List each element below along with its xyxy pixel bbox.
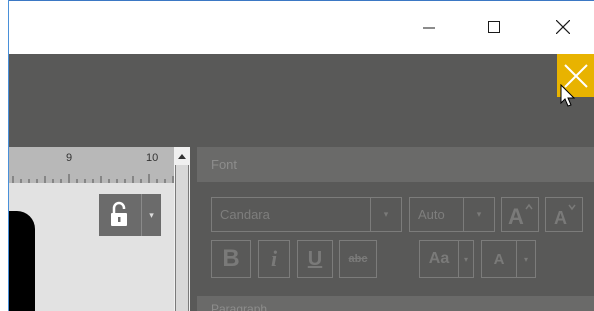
window-close-button[interactable] (540, 0, 586, 54)
font-panel-header: Font (197, 147, 594, 182)
grow-font-button[interactable]: A (501, 197, 539, 232)
lock-dropdown[interactable]: ▾ (141, 194, 161, 236)
font-color-dropdown[interactable]: ▾ (516, 240, 536, 278)
font-size-select[interactable]: Auto (409, 197, 464, 232)
svg-text:A: A (508, 204, 524, 228)
strikethrough-button[interactable]: abc (339, 240, 377, 278)
chevron-down-icon: ▾ (383, 209, 389, 219)
grow-font-icon: A (508, 203, 533, 228)
window-left-edge (0, 0, 8, 311)
unlock-icon (111, 201, 127, 226)
font-family-dropdown[interactable]: ▾ (370, 197, 402, 232)
shrink-font-button[interactable]: A (545, 197, 583, 232)
ruler-label: 10 (146, 152, 159, 164)
ruler-label: 9 (66, 152, 73, 164)
arrow-up-icon (178, 153, 186, 159)
close-icon (556, 20, 570, 34)
underline-button[interactable]: U (297, 240, 333, 278)
document-shape[interactable] (9, 211, 35, 311)
font-color-button[interactable]: A (481, 240, 517, 278)
font-family-select[interactable]: Candara (211, 197, 371, 232)
minimize-icon (423, 27, 435, 29)
maximize-button[interactable] (471, 0, 517, 54)
scrollbar-thumb[interactable] (175, 165, 189, 311)
italic-button[interactable]: i (258, 240, 290, 278)
chevron-down-icon: ▾ (149, 209, 154, 220)
mouse-cursor-icon (560, 84, 576, 107)
svg-text:A: A (554, 208, 567, 228)
chevron-down-icon: ▾ (463, 254, 468, 264)
change-case-dropdown[interactable]: ▾ (458, 240, 474, 278)
change-case-button[interactable]: Aa (419, 240, 459, 278)
shrink-font-icon: A (554, 204, 576, 228)
font-size-dropdown[interactable]: ▾ (463, 197, 495, 232)
chevron-down-icon: ▾ (523, 254, 528, 264)
paragraph-panel-header: Paragraph (197, 296, 594, 311)
lock-button[interactable] (99, 194, 141, 236)
minimize-button[interactable] (406, 0, 452, 54)
bold-button[interactable]: B (211, 240, 251, 278)
scroll-up-button[interactable] (174, 147, 190, 164)
chevron-down-icon: ▾ (476, 209, 482, 219)
maximize-icon (488, 21, 500, 33)
